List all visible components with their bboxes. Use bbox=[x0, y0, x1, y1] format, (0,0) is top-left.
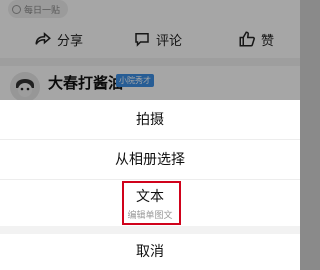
dim-overlay[interactable] bbox=[0, 0, 300, 100]
choose-from-album-option[interactable]: 从相册选择 bbox=[0, 140, 300, 180]
sheet-gap bbox=[0, 226, 300, 234]
page: 每日一贴 分享 评论 赞 大春打酱油 小院秀才 拍摄 从相册选择 文本 编辑单图… bbox=[0, 0, 300, 270]
action-sheet: 拍摄 从相册选择 文本 编辑单图文 取消 bbox=[0, 100, 300, 270]
cancel-button[interactable]: 取消 bbox=[0, 234, 300, 270]
take-photo-option[interactable]: 拍摄 bbox=[0, 100, 300, 140]
highlight-box bbox=[122, 181, 181, 225]
